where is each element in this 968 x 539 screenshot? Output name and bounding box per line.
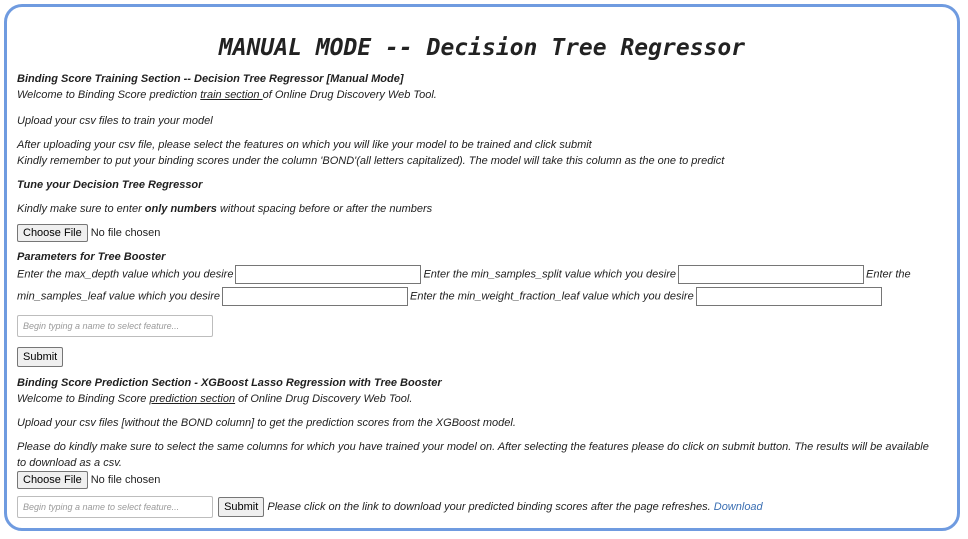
- download-prompt: Please click on the link to download you…: [264, 501, 714, 513]
- prediction-action-row: Begin typing a name to select feature...…: [17, 496, 763, 518]
- prediction-heading: Binding Score Prediction Section - XGBoo…: [17, 377, 442, 389]
- training-feature-select[interactable]: Begin typing a name to select feature...: [17, 315, 213, 337]
- min-samples-leaf-prefix: Enter the: [866, 268, 911, 281]
- prediction-welcome-prefix: Welcome to Binding Score: [17, 393, 150, 405]
- prediction-instructions-line2: to download as a csv.: [17, 457, 122, 469]
- page-title: MANUAL MODE -- Decision Tree Regressor: [218, 35, 746, 61]
- training-welcome-suffix: of Online Drug Discovery Web Tool.: [262, 89, 437, 101]
- min-samples-split-label: Enter the min_samples_split value which …: [423, 268, 676, 281]
- prediction-instructions-line1: Please do kindly make sure to select the…: [17, 441, 929, 453]
- prediction-welcome: Welcome to Binding Score prediction sect…: [17, 391, 412, 407]
- prediction-choose-file-button[interactable]: Choose File: [17, 471, 88, 489]
- min-weight-fraction-label: Enter the min_weight_fraction_leaf value…: [410, 290, 694, 303]
- training-instructions-line1: After uploading your csv file, please se…: [17, 139, 592, 151]
- training-heading: Binding Score Training Section -- Decisi…: [17, 73, 404, 85]
- min-samples-leaf-label: min_samples_leaf value which you desire: [17, 290, 220, 303]
- min-samples-split-input[interactable]: [678, 265, 864, 284]
- tune-heading: Tune your Decision Tree Regressor: [17, 179, 203, 191]
- page-frame: MANUAL MODE -- Decision Tree Regressor B…: [4, 4, 960, 531]
- max-depth-input[interactable]: [235, 265, 422, 284]
- prediction-feature-select[interactable]: Begin typing a name to select feature...: [17, 496, 213, 518]
- prediction-file-row: Choose File No file chosen: [17, 471, 160, 489]
- max-depth-label: Enter the max_depth value which you desi…: [17, 268, 234, 281]
- params-row-1: Enter the max_depth value which you desi…: [17, 265, 911, 284]
- min-samples-leaf-input[interactable]: [222, 287, 408, 306]
- training-no-file-text: No file chosen: [90, 227, 161, 239]
- numbers-note: Kindly make sure to enter only numbers w…: [17, 201, 432, 217]
- training-welcome: Welcome to Binding Score prediction trai…: [17, 87, 437, 103]
- prediction-welcome-suffix: of Online Drug Discovery Web Tool.: [235, 393, 413, 405]
- prediction-submit-button[interactable]: Submit: [218, 497, 265, 517]
- train-section-link[interactable]: train section: [200, 89, 262, 101]
- training-upload-text: Upload your csv files to train your mode…: [17, 115, 213, 127]
- params-heading: Parameters for Tree Booster: [17, 251, 166, 263]
- prediction-no-file-text: No file chosen: [90, 474, 161, 486]
- prediction-section-link[interactable]: prediction section: [149, 393, 235, 405]
- training-file-row: Choose File No file chosen: [17, 224, 160, 242]
- min-weight-fraction-input[interactable]: [695, 287, 882, 306]
- training-welcome-prefix: Welcome to Binding Score prediction: [17, 89, 201, 101]
- training-submit-row: Submit: [17, 347, 64, 367]
- training-instructions-line2: Kindly remember to put your binding scor…: [17, 155, 725, 167]
- params-row-2: min_samples_leaf value which you desire E…: [17, 287, 884, 306]
- training-feature-select-row: Begin typing a name to select feature...: [17, 315, 213, 337]
- training-submit-button[interactable]: Submit: [17, 347, 64, 367]
- download-link[interactable]: Download: [714, 501, 763, 513]
- numbers-note-bold: only numbers: [144, 203, 217, 215]
- training-choose-file-button[interactable]: Choose File: [17, 224, 88, 242]
- numbers-note-suffix: without spacing before or after the numb…: [216, 203, 433, 215]
- prediction-upload-text: Upload your csv files [without the BOND …: [17, 417, 516, 429]
- numbers-note-prefix: Kindly make sure to enter: [17, 203, 145, 215]
